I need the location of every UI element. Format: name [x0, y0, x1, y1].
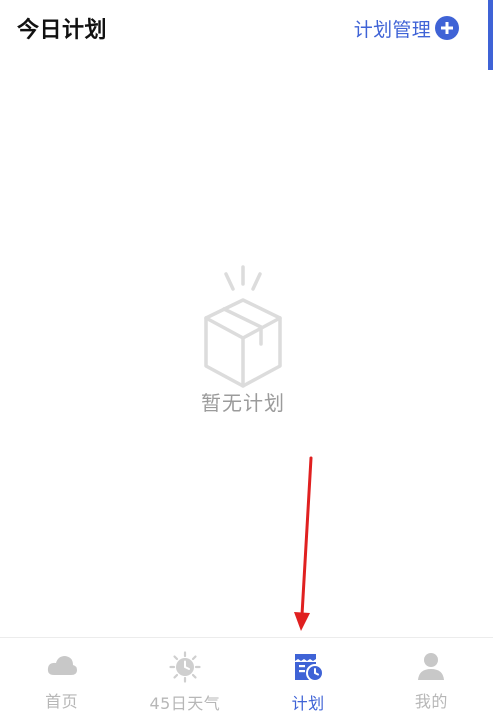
page-title: 今日计划 [17, 18, 108, 43]
tab-mine[interactable]: 我的 [370, 638, 493, 712]
empty-state-text: 暂无计划 [201, 391, 285, 415]
person-icon [414, 651, 448, 681]
empty-box-icon [204, 265, 282, 388]
tab-plan[interactable]: 计划 [247, 638, 370, 712]
plus-circle-icon [435, 16, 459, 40]
tab-home[interactable]: 首页 [0, 638, 123, 712]
plan-manage-button[interactable]: 计划管理 [354, 14, 459, 42]
plan-page: 今日计划 计划管理 暂无计划 首页 45日天气 计划 我的 [0, 0, 493, 712]
bottom-tab-bar: 首页 45日天气 计划 我的 [0, 637, 493, 712]
sun-clock-icon [168, 651, 202, 683]
tab-label: 45日天气 [149, 694, 221, 712]
tab-label: 首页 [45, 692, 79, 711]
tab-label: 计划 [291, 694, 325, 712]
plan-manage-label: 计划管理 [353, 18, 431, 41]
plan-calendar-icon [291, 651, 325, 683]
scroll-edge-indicator [488, 0, 493, 70]
tab-label: 我的 [414, 692, 448, 711]
header: 今日计划 计划管理 [0, 0, 486, 54]
tab-45day-weather[interactable]: 45日天气 [123, 638, 246, 712]
cloud-icon [45, 651, 79, 681]
empty-state: 暂无计划 [0, 262, 486, 416]
